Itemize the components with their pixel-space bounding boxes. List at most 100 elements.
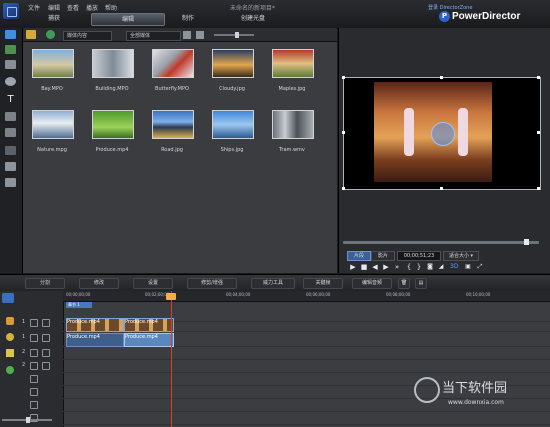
track-lock-icon[interactable] <box>42 334 50 342</box>
track-visible-toggle[interactable] <box>30 362 38 370</box>
media-content-dropdown[interactable]: 媒体内容 <box>63 31 112 41</box>
delete-icon[interactable]: 🗑 <box>398 278 410 289</box>
magic-icon[interactable] <box>6 349 14 357</box>
ruler-tick: 00;08;00;00 <box>386 292 411 297</box>
menu-view[interactable]: 查看 <box>67 3 79 12</box>
tab-create-disc[interactable]: 创建光盘 <box>228 13 278 24</box>
undock-icon[interactable]: ▣ <box>464 263 472 271</box>
list-view-icon[interactable] <box>183 31 191 39</box>
thumbnail-produce[interactable] <box>92 110 134 139</box>
media-filter-dropdown[interactable]: 全部媒体 <box>126 31 181 41</box>
edit-audio-button[interactable]: 编辑音频 <box>352 278 392 289</box>
directorzone-login-link[interactable]: 登录 DirectorZone <box>428 4 472 11</box>
play-overlay-icon[interactable] <box>431 122 455 146</box>
chapter-marker[interactable]: 章节 1 <box>66 302 92 308</box>
split-button[interactable]: 分割 <box>25 278 65 289</box>
next-frame-icon[interactable]: ▶ <box>382 263 390 271</box>
effect-room-icon[interactable] <box>5 45 16 54</box>
previous-frame-icon[interactable]: ◀ <box>371 263 379 271</box>
menu-edit[interactable]: 编辑 <box>48 3 60 12</box>
thumbnail-maples[interactable] <box>272 49 314 78</box>
particle-room-icon[interactable] <box>5 77 16 86</box>
video-clip[interactable]: Produce.mp4 <box>124 318 174 332</box>
scrubber-knob[interactable] <box>524 239 529 245</box>
mark-in-icon[interactable]: { <box>405 263 413 271</box>
zoom-knob[interactable] <box>26 417 30 423</box>
grid-view-icon[interactable] <box>196 31 204 39</box>
audio-mix-icon[interactable] <box>6 366 14 374</box>
thumbnail-size-slider[interactable] <box>214 34 254 36</box>
tab-edit[interactable]: 编辑 <box>91 13 165 26</box>
media-room-icon[interactable] <box>5 30 16 39</box>
thumbnail-road[interactable] <box>152 110 194 139</box>
resize-handle[interactable] <box>537 131 540 134</box>
thumbnail-tram[interactable] <box>272 110 314 139</box>
voice-over-room-icon[interactable] <box>5 146 16 155</box>
track-visible-toggle[interactable] <box>30 319 38 327</box>
menu-help[interactable]: 帮助 <box>105 3 117 12</box>
track-visible-toggle[interactable] <box>30 334 38 342</box>
tab-produce[interactable]: 制作 <box>168 13 208 24</box>
chapter-room-icon[interactable] <box>5 162 16 171</box>
pip-room-icon[interactable] <box>5 60 16 69</box>
timeline-view-icon[interactable] <box>2 293 14 303</box>
track-visible-toggle[interactable] <box>30 401 38 409</box>
fit-size-dropdown[interactable]: 适合大小 ▾ <box>443 251 479 261</box>
resize-handle[interactable] <box>342 131 345 134</box>
hand-tool-icon[interactable] <box>6 317 14 325</box>
play-icon[interactable]: ▶ <box>349 263 357 271</box>
thumbnail-label: Ships.jpg <box>220 147 244 153</box>
resize-handle[interactable] <box>342 76 345 79</box>
mark-out-icon[interactable]: } <box>415 263 423 271</box>
menu-file[interactable]: 文件 <box>28 3 40 12</box>
download-media-icon[interactable] <box>46 30 55 39</box>
snapshot-icon[interactable]: ◙ <box>426 263 434 271</box>
volume-icon[interactable]: ◢ <box>437 263 445 271</box>
power-tools-button[interactable]: 威力工具 <box>251 278 295 289</box>
modify-button[interactable]: 修改 <box>79 278 119 289</box>
title-room-icon[interactable]: T <box>5 95 16 105</box>
track-lock-icon[interactable] <box>42 349 50 357</box>
more-icon[interactable]: ▤ <box>415 278 427 289</box>
audio-clip[interactable]: Produce.mp4 <box>124 333 174 347</box>
keyframe-button[interactable]: 关键帧 <box>303 278 343 289</box>
slider-knob[interactable] <box>235 32 239 38</box>
tab-capture[interactable]: 捕获 <box>28 13 80 24</box>
track-visible-toggle[interactable] <box>30 375 38 383</box>
resize-handle[interactable] <box>537 76 540 79</box>
trim-enhance-button[interactable]: 修剪/增强 <box>187 278 237 289</box>
import-folder-icon[interactable] <box>26 30 36 39</box>
thumbnail-butterfly[interactable] <box>152 49 194 78</box>
fullscreen-icon[interactable]: ⤢ <box>476 263 484 271</box>
menu-play[interactable]: 播放 <box>86 3 98 12</box>
playhead-handle[interactable] <box>166 293 176 300</box>
preview-scrubber[interactable] <box>343 241 539 244</box>
mode-clip-button[interactable]: 片段 <box>347 251 371 261</box>
track-visible-toggle[interactable] <box>30 349 38 357</box>
audio-mixing-room-icon[interactable] <box>5 128 16 137</box>
timecode-display[interactable]: 00;00;51;23 <box>397 251 441 261</box>
playhead[interactable] <box>171 291 172 427</box>
stop-icon[interactable]: ■ <box>360 263 368 271</box>
thumbnail-ships[interactable] <box>212 110 254 139</box>
video-clip[interactable]: Produce.mp4 <box>66 318 124 332</box>
resize-handle[interactable] <box>440 187 443 190</box>
track-visible-toggle[interactable] <box>30 388 38 396</box>
thumbnail-building[interactable] <box>92 49 134 78</box>
settings-button[interactable]: 设置 <box>133 278 173 289</box>
audio-clip[interactable]: Produce.mp4 <box>66 333 124 347</box>
fx-track-icon[interactable] <box>6 333 14 341</box>
thumbnail-cloudy[interactable] <box>212 49 254 78</box>
resize-handle[interactable] <box>342 187 345 190</box>
mode-movie-button[interactable]: 影片 <box>371 251 395 261</box>
resize-handle[interactable] <box>537 187 540 190</box>
track-lock-icon[interactable] <box>42 362 50 370</box>
3d-toggle[interactable]: 3D <box>450 263 458 271</box>
thumbnail-bay[interactable] <box>32 49 74 78</box>
fast-forward-icon[interactable]: » <box>393 263 401 271</box>
thumbnail-nature[interactable] <box>32 110 74 139</box>
subtitle-room-icon[interactable] <box>5 178 16 187</box>
track-lock-icon[interactable] <box>42 319 50 327</box>
resize-handle[interactable] <box>440 76 443 79</box>
transition-room-icon[interactable] <box>5 112 16 121</box>
